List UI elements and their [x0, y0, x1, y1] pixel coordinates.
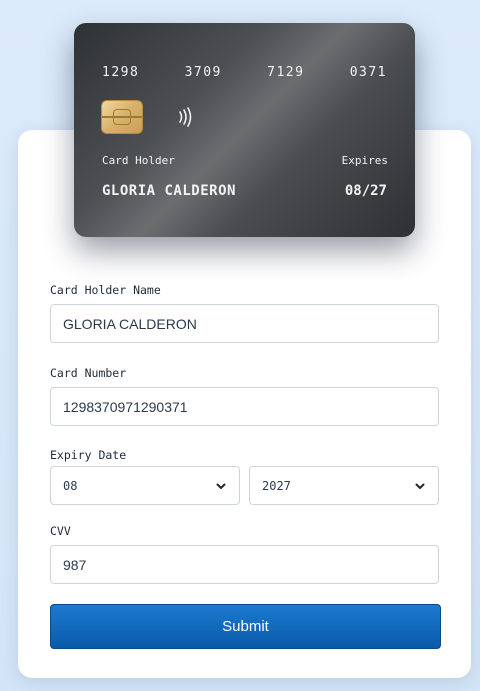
- card-holder-label: Card Holder: [102, 154, 175, 167]
- expiry-month-value: 08: [63, 478, 78, 493]
- card-number-group: 1298: [102, 65, 140, 80]
- card-holder-name: GLORIA CALDERON: [102, 183, 236, 199]
- card-number-value: 1298370971290371: [63, 398, 188, 415]
- card-expires-label: Expires: [341, 154, 388, 167]
- card-number-display: 1298 3709 7129 0371: [102, 65, 387, 80]
- holder-name-label: Card Holder Name: [50, 283, 161, 297]
- card-number-input[interactable]: 1298370971290371: [50, 387, 439, 426]
- card-number-group: 3709: [184, 65, 222, 80]
- holder-name-value: GLORIA CALDERON: [63, 315, 197, 332]
- card-number-label: Card Number: [50, 366, 127, 380]
- expiry-year-select[interactable]: 2027: [249, 466, 439, 505]
- cvv-input[interactable]: 987: [50, 545, 439, 584]
- contactless-icon: [179, 107, 192, 127]
- chevron-down-icon: [216, 483, 226, 489]
- expiry-month-select[interactable]: 08: [50, 466, 240, 505]
- chip-icon: [101, 100, 143, 134]
- card-expiry-value: 08/27: [344, 183, 387, 199]
- card-number-group: 0371: [349, 65, 387, 80]
- chevron-down-icon: [415, 483, 425, 489]
- expiry-date-label: Expiry Date: [50, 448, 127, 462]
- expiry-year-value: 2027: [262, 478, 291, 493]
- cvv-label: CVV: [50, 524, 71, 538]
- holder-name-input[interactable]: GLORIA CALDERON: [50, 304, 439, 343]
- submit-button[interactable]: Submit: [50, 604, 441, 649]
- credit-card-preview: 1298 3709 7129 0371 Card Holder Expires …: [74, 23, 415, 237]
- card-number-group: 7129: [267, 65, 305, 80]
- cvv-value: 987: [63, 556, 87, 573]
